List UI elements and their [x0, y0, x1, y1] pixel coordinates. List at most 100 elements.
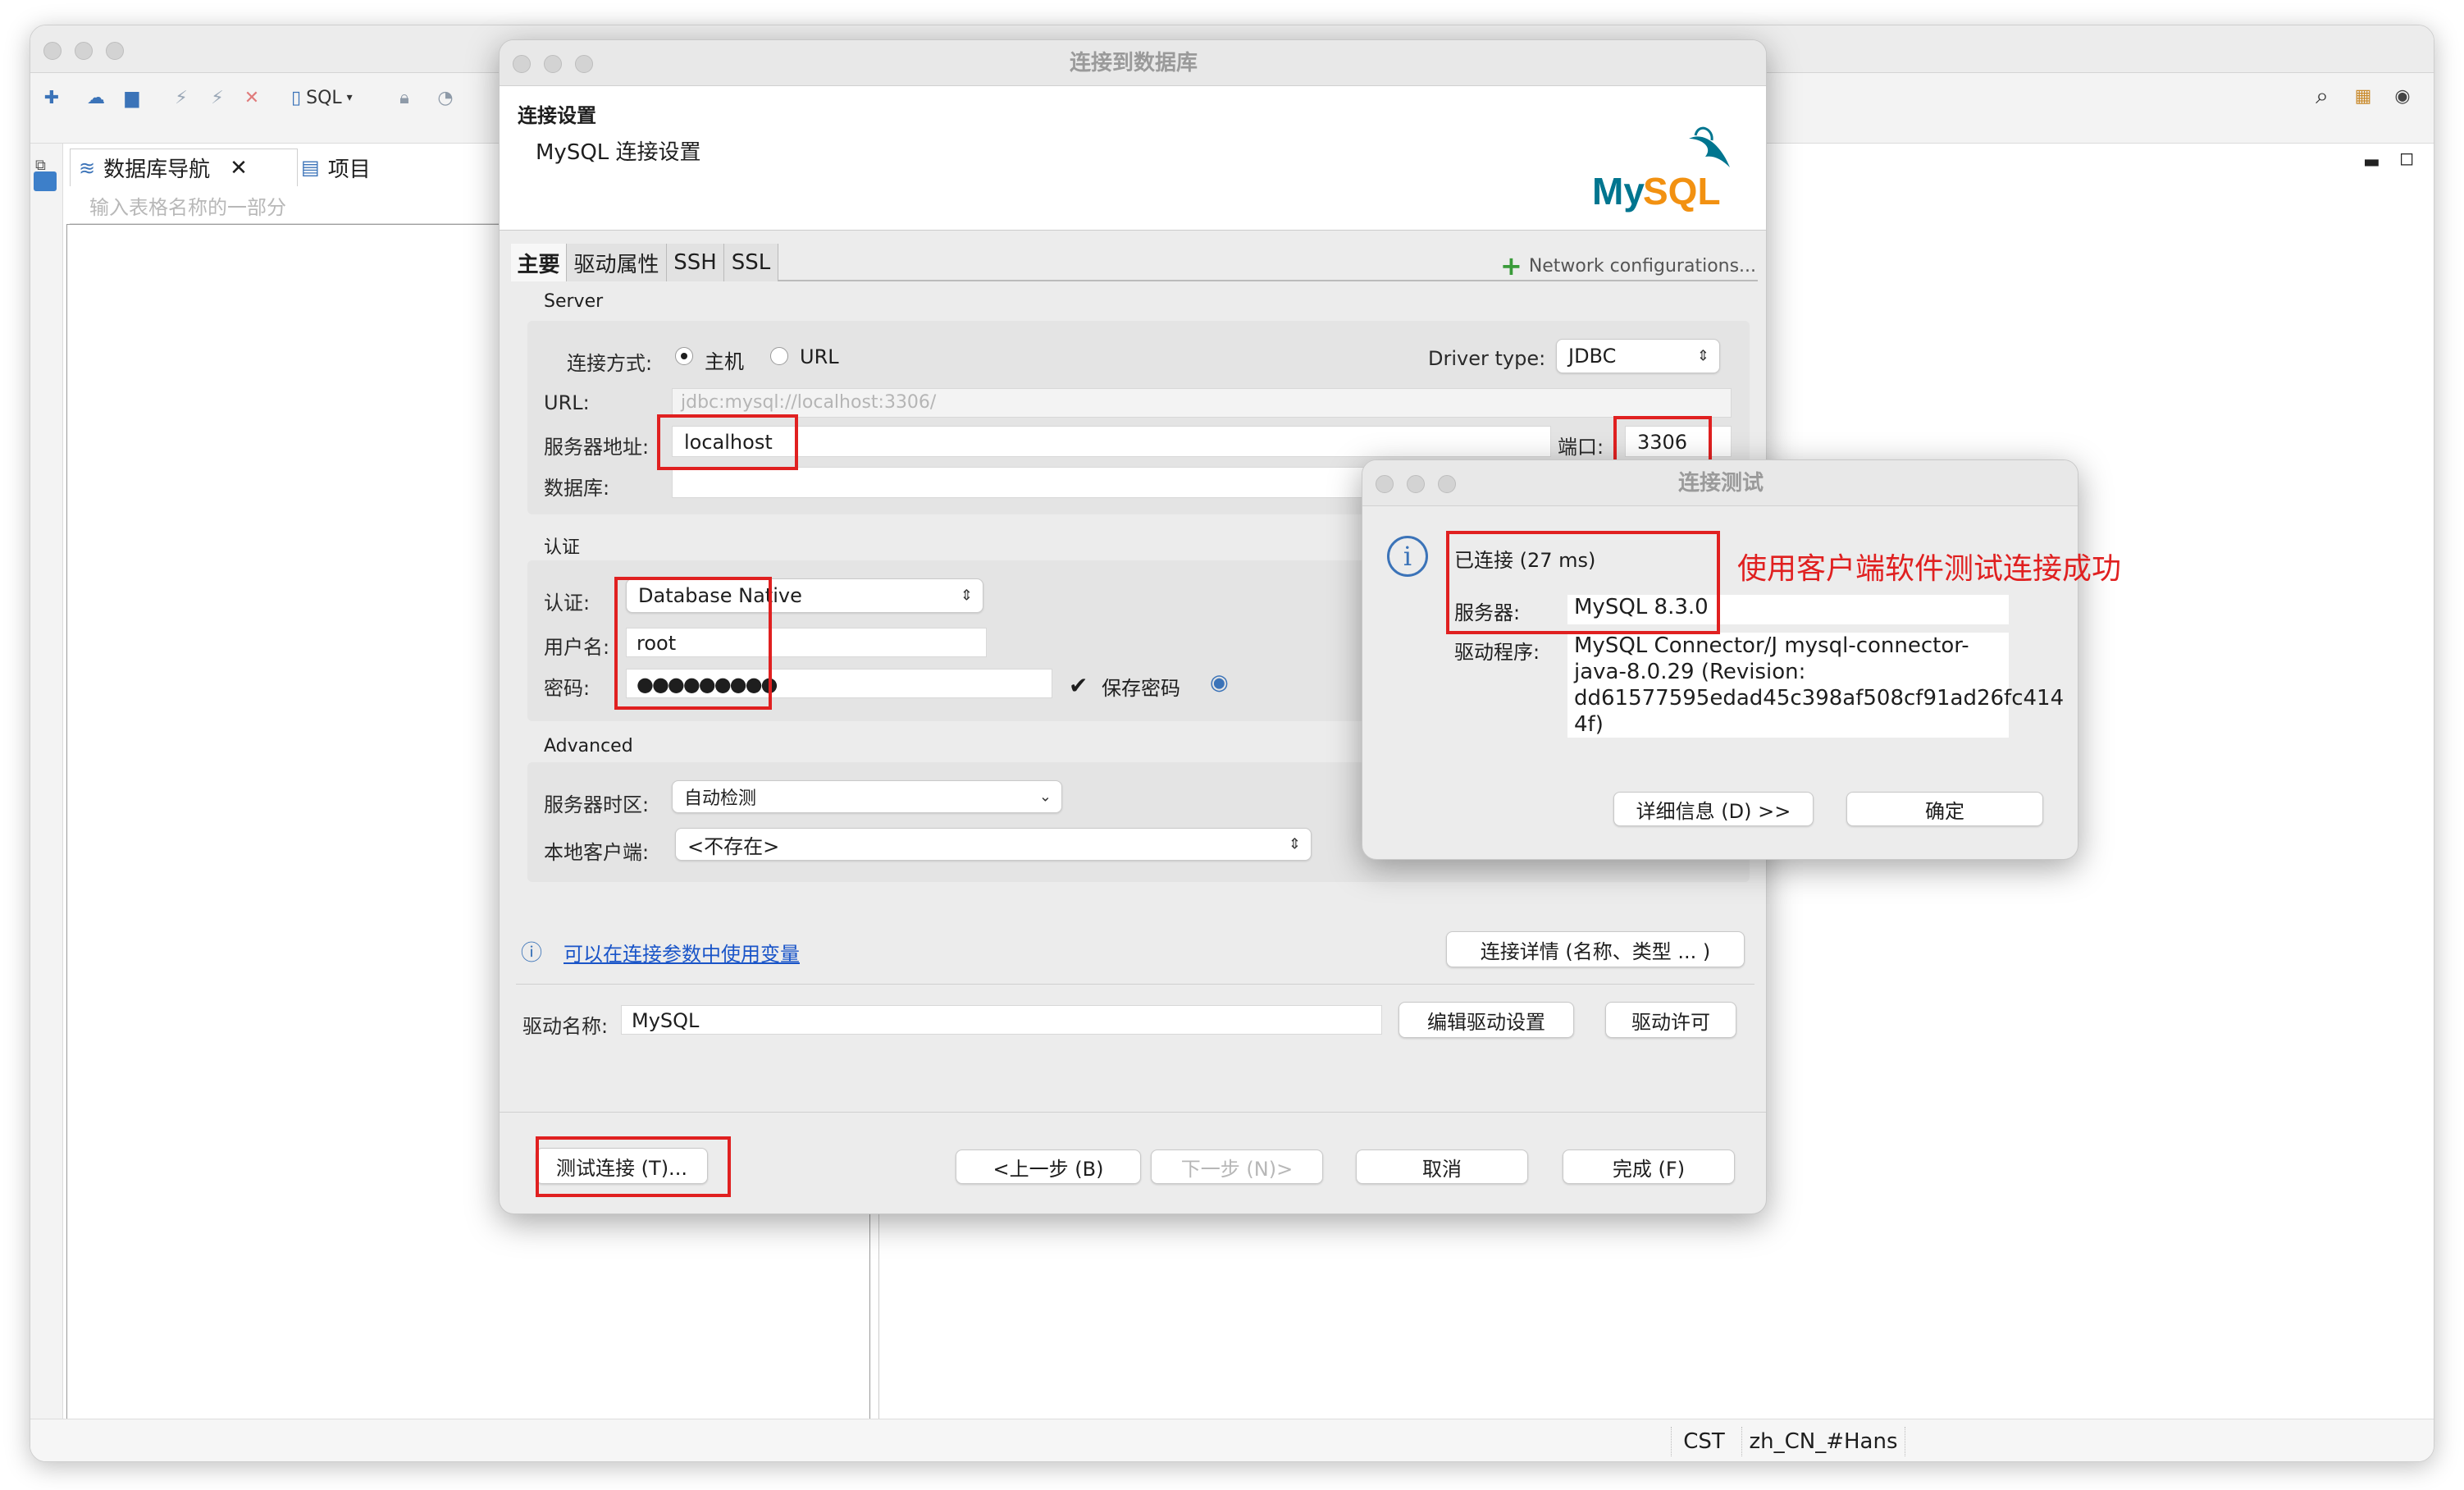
sql-label: SQL — [306, 87, 342, 108]
radio-url[interactable] — [770, 347, 788, 365]
variables-link[interactable]: 可以在连接参数中使用变量 — [564, 938, 800, 967]
test-result-dialog: 连接测试 i 已连接 (27 ms) 服务器: MySQL 8.3.0 驱动程序… — [1362, 459, 2078, 860]
network-config-label: Network configurations... — [1528, 255, 1757, 277]
minimize-view-icon[interactable]: ▬ — [2363, 152, 2380, 172]
server-section-label: Server — [544, 291, 604, 312]
edit-driver-button[interactable]: 编辑驱动设置 — [1399, 1002, 1574, 1038]
driver-line: java-8.0.29 (Revision: — [1574, 660, 1806, 684]
updown-icon: ⇕ — [960, 587, 973, 605]
header-title: 连接设置 — [518, 104, 596, 127]
driver-type-value: JDBC — [1568, 345, 1617, 368]
filter-placeholder: 输入表格名称的一部分 — [89, 196, 286, 219]
folder-icon[interactable]: ▆ — [121, 86, 144, 109]
driver-label: 驱动程序: — [1454, 641, 1540, 664]
dialog-title: 连接到数据库 — [500, 40, 1766, 86]
timezone-select[interactable]: 自动检测 ⌄ — [672, 780, 1062, 813]
left-side-strip — [30, 144, 63, 1461]
network-config-link[interactable]: + Network configurations... — [1500, 250, 1756, 281]
perspective-icon[interactable]: ▦ — [2352, 85, 2375, 107]
updown-icon: ⇕ — [1288, 835, 1301, 853]
tab-label: 数据库导航 — [103, 158, 211, 182]
cancel-button[interactable]: 取消 — [1356, 1149, 1528, 1184]
highlight-result — [1446, 531, 1720, 634]
tab-driver-properties[interactable]: 驱动属性 — [567, 244, 667, 281]
driver-info: MySQL Connector/J mysql-connector- java-… — [1567, 633, 2065, 738]
disconnect-icon[interactable]: ✕ — [240, 86, 263, 109]
eye-icon[interactable]: ◉ — [1210, 670, 1229, 695]
tab-projects[interactable]: ▤ 项目 — [260, 149, 424, 186]
connect-mode-label: 连接方式: — [567, 352, 653, 375]
local-client-value: <不存在> — [687, 834, 780, 858]
tab-ssh[interactable]: SSH — [667, 244, 724, 281]
radio-host[interactable] — [675, 347, 693, 365]
test-dialog-zoom-button[interactable] — [1438, 475, 1456, 493]
local-client-select[interactable]: <不存在> ⇕ — [675, 828, 1312, 861]
plus-icon: + — [1500, 250, 1522, 281]
header-subtitle: MySQL 连接设置 — [536, 140, 701, 165]
annotation-text: 使用客户端软件测试连接成功 — [1737, 552, 2122, 586]
host-input[interactable]: localhost — [672, 426, 1551, 457]
close-icon[interactable]: ✕ — [230, 156, 248, 181]
next-button[interactable]: 下一步 (N)> — [1151, 1149, 1323, 1184]
tab-label: 项目 — [327, 157, 371, 182]
database-view-icon[interactable] — [34, 171, 57, 191]
details-button[interactable]: 详细信息 (D) >> — [1613, 792, 1814, 826]
dialog-close-button[interactable] — [513, 55, 531, 73]
zoom-window-button[interactable] — [106, 42, 124, 60]
updown-icon: ⇕ — [1696, 347, 1709, 365]
radio-host-label: 主机 — [705, 350, 744, 373]
plug-refresh-icon[interactable]: ⚡ — [206, 86, 229, 109]
maximize-view-icon[interactable]: ◻ — [2399, 149, 2414, 169]
url-input[interactable]: jdbc:mysql://localhost:3306/ — [672, 388, 1732, 418]
plug-icon[interactable]: ⚡ — [170, 86, 193, 109]
highlight-credentials — [614, 577, 772, 710]
url-label: URL: — [544, 391, 590, 414]
minimize-window-button[interactable] — [75, 42, 93, 60]
timezone-value: 自动检测 — [684, 788, 757, 809]
status-bar — [30, 1419, 2434, 1461]
sql-editor-button[interactable]: ▯ SQL ▾ — [291, 86, 353, 109]
sql-icon: ▯ — [291, 87, 302, 108]
svg-text:SQL: SQL — [1643, 170, 1721, 213]
footer-divider — [500, 1112, 1766, 1113]
chevron-down-icon: ▾ — [346, 91, 353, 104]
cloud-icon[interactable]: ☁ — [84, 86, 107, 109]
svg-text:My: My — [1592, 170, 1645, 213]
host-label: 服务器地址: — [544, 436, 650, 459]
radio-url-label: URL — [800, 345, 839, 368]
info-icon: i — [1387, 536, 1428, 577]
database-icon: ≋ — [79, 156, 96, 180]
driver-license-button[interactable]: 驱动许可 — [1605, 1002, 1736, 1038]
table-filter-input[interactable]: 输入表格名称的一部分 — [70, 188, 529, 224]
lock-icon[interactable]: 🔒︎ — [393, 86, 416, 109]
timezone-label: 服务器时区: — [544, 793, 650, 816]
dialog-zoom-button[interactable] — [575, 55, 593, 73]
driver-line: dd61577595edad45c398af508cf91ad26fc414 — [1574, 686, 2065, 711]
save-password-checkbox[interactable]: ✔ — [1069, 672, 1088, 699]
new-connection-icon[interactable]: ✚ — [40, 86, 63, 109]
avatar-icon[interactable]: ◉ — [2391, 85, 2414, 107]
auth-section-label: 认证 — [544, 537, 581, 558]
commit-icon[interactable]: ◔ — [434, 86, 457, 109]
finish-button[interactable]: 完成 (F) — [1563, 1149, 1735, 1184]
search-icon[interactable]: ⌕ — [2311, 82, 2334, 109]
advanced-section-label: Advanced — [544, 736, 633, 756]
test-dialog-minimize-button[interactable] — [1407, 475, 1425, 493]
back-button[interactable]: <上一步 (B) — [956, 1149, 1141, 1184]
auth-label: 认证: — [544, 592, 591, 615]
test-dialog-close-button[interactable] — [1376, 475, 1394, 493]
save-password-label: 保存密码 — [1102, 677, 1180, 700]
ok-button[interactable]: 确定 — [1846, 792, 2043, 826]
driver-type-select[interactable]: JDBC ⇕ — [1556, 339, 1720, 373]
close-window-button[interactable] — [43, 42, 62, 60]
password-label: 密码: — [544, 677, 591, 700]
project-icon: ▤ — [301, 156, 320, 179]
port-label: 端口: — [1558, 436, 1604, 459]
driver-type-label: Driver type: — [1428, 347, 1546, 370]
tab-main[interactable]: 主要 — [511, 244, 567, 281]
tab-ssl[interactable]: SSL — [724, 244, 778, 281]
highlight-test-button — [536, 1136, 731, 1197]
dialog-minimize-button[interactable] — [544, 55, 562, 73]
driver-name-input[interactable]: MySQL — [621, 1005, 1382, 1035]
connection-details-button[interactable]: 连接详情 (名称、类型 ... ) — [1446, 931, 1745, 967]
